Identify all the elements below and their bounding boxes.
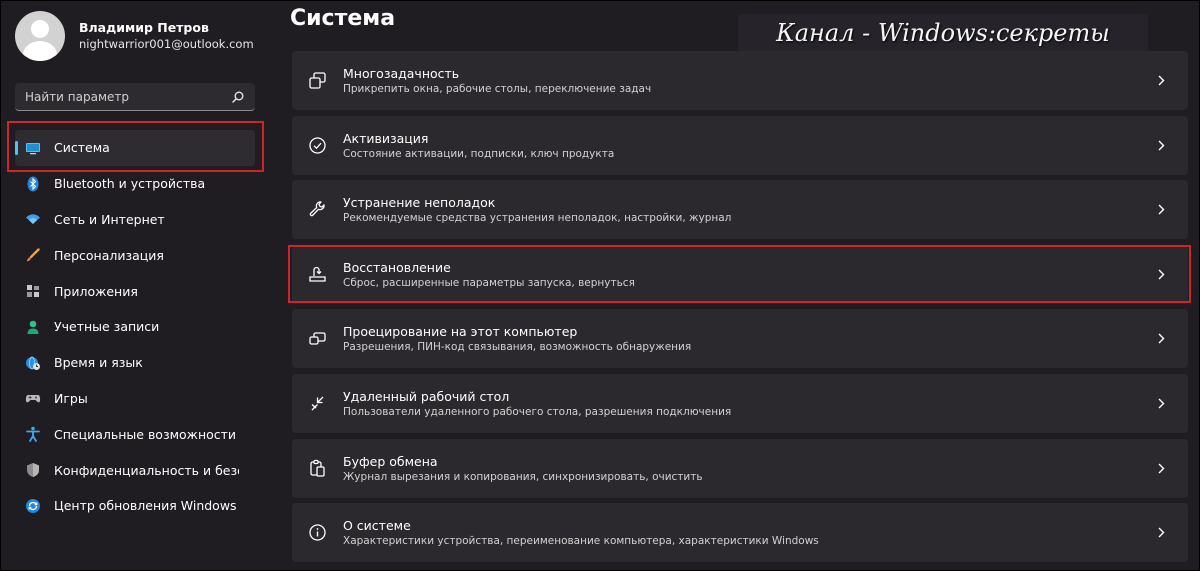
search-input[interactable]: [25, 89, 231, 104]
avatar[interactable]: [15, 11, 65, 61]
recovery-icon: [308, 265, 327, 284]
globe-clock-icon: [25, 355, 41, 371]
card-title: Активизация: [343, 130, 429, 146]
card-title: Буфер обмена: [343, 453, 438, 469]
sidebar-item-label: Система: [54, 140, 110, 156]
sidebar-item-system[interactable]: Система: [15, 130, 255, 166]
card-title: Проецирование на этот компьютер: [343, 324, 578, 340]
search-icon[interactable]: [231, 90, 245, 104]
nav-list: Система Bluetooth и устройства Сеть и Ин…: [15, 130, 255, 524]
card-subtitle: Пользователи удаленного рабочего стола, …: [343, 405, 732, 418]
gamepad-icon: [25, 390, 41, 406]
brush-icon: [25, 247, 41, 263]
sidebar-item-label: Учетные записи: [54, 319, 160, 335]
settings-card-recovery[interactable]: Восстановление Сброс, расширенные параме…: [292, 244, 1188, 304]
card-title: Восстановление: [343, 259, 451, 275]
search-box[interactable]: [15, 83, 255, 111]
info-icon: [308, 523, 327, 542]
sidebar-item-label: Специальные возможности: [54, 426, 237, 442]
multitasking-icon: [308, 71, 327, 90]
sidebar-item-label: Bluetooth и устройства: [54, 176, 206, 192]
card-subtitle: Разрешения, ПИН-код связывания, возможно…: [343, 341, 692, 354]
accessibility-icon: [25, 426, 41, 443]
bluetooth-icon: [25, 176, 41, 192]
chevron-right-icon: [1156, 462, 1166, 475]
sidebar-item-time-language[interactable]: Время и язык: [15, 345, 255, 381]
settings-card-multitasking[interactable]: Многозадачность Прикрепить окна, рабочие…: [292, 51, 1188, 110]
sidebar-item-label: Приложения: [54, 283, 138, 299]
card-title: Устранение неполадок: [343, 195, 496, 211]
chevron-right-icon: [1156, 74, 1166, 87]
update-icon: [25, 498, 41, 514]
watermark: Канал - Windows:секреты фишки: [738, 14, 1148, 85]
card-title: Удаленный рабочий стол: [343, 388, 510, 404]
sidebar-item-accessibility[interactable]: Специальные возможности: [15, 416, 255, 452]
clipboard-icon: [308, 459, 327, 478]
sidebar-item-windows-update[interactable]: Центр обновления Windows: [15, 488, 255, 524]
sidebar-item-privacy[interactable]: Конфиденциальность и безопасность: [15, 452, 255, 488]
chevron-right-icon: [1156, 332, 1166, 345]
card-subtitle: Рекомендуемые средства устранения непола…: [343, 212, 732, 225]
card-subtitle: Журнал вырезания и копирования, синхрони…: [343, 470, 703, 483]
sidebar-item-personalization[interactable]: Персонализация: [15, 237, 255, 273]
card-subtitle: Характеристики устройства, переименовани…: [343, 535, 819, 548]
person-icon: [25, 319, 41, 335]
settings-card-clipboard[interactable]: Буфер обмена Журнал вырезания и копирова…: [292, 438, 1188, 498]
sidebar-item-label: Центр обновления Windows: [54, 498, 237, 514]
sidebar-item-accounts[interactable]: Учетные записи: [15, 309, 255, 345]
user-email: nightwarrior001@outlook.com: [79, 37, 254, 51]
sidebar-item-gaming[interactable]: Игры: [15, 381, 255, 417]
sidebar-item-label: Персонализация: [54, 247, 164, 263]
card-title: О системе: [343, 518, 411, 534]
remote-desktop-icon: [308, 394, 327, 413]
sidebar-item-label: Сеть и Интернет: [54, 211, 165, 227]
sidebar-item-label: Время и язык: [54, 355, 143, 371]
settings-card-about[interactable]: О системе Характеристики устройства, пер…: [292, 503, 1188, 563]
sidebar-item-network[interactable]: Сеть и Интернет: [15, 202, 255, 238]
card-title: Многозадачность: [343, 66, 460, 81]
chevron-right-icon: [1156, 526, 1166, 539]
user-name: Владимир Петров: [79, 20, 209, 35]
wrench-icon: [308, 200, 327, 219]
chevron-right-icon: [1156, 139, 1166, 152]
sidebar-item-label: Конфиденциальность и безопасность: [54, 462, 239, 478]
sidebar-item-label: Игры: [54, 390, 88, 406]
wifi-icon: [25, 211, 41, 227]
user-profile[interactable]: Владимир Петров nightwarrior001@outlook.…: [15, 10, 254, 62]
settings-card-projecting[interactable]: Проецирование на этот компьютер Разрешен…: [292, 309, 1188, 369]
chevron-right-icon: [1156, 397, 1166, 410]
sidebar: Владимир Петров nightwarrior001@outlook.…: [0, 0, 275, 571]
project-icon: [308, 329, 327, 348]
monitor-icon: [25, 140, 41, 156]
apps-icon: [25, 283, 41, 299]
settings-list: Многозадачность Прикрепить окна, рабочие…: [292, 51, 1188, 568]
chevron-right-icon: [1156, 203, 1166, 216]
card-subtitle: Сброс, расширенные параметры запуска, ве…: [343, 276, 635, 289]
sidebar-item-apps[interactable]: Приложения: [15, 273, 255, 309]
card-subtitle: Прикрепить окна, рабочие столы, переключ…: [343, 83, 652, 95]
settings-card-troubleshoot[interactable]: Устранение неполадок Рекомендуемые средс…: [292, 180, 1188, 240]
check-circle-icon: [308, 136, 327, 155]
shield-icon: [25, 462, 41, 478]
page-title: Система: [290, 6, 396, 31]
card-subtitle: Состояние активации, подписки, ключ прод…: [343, 147, 615, 160]
sidebar-item-bluetooth[interactable]: Bluetooth и устройства: [15, 166, 255, 202]
settings-card-activation[interactable]: Активизация Состояние активации, подписк…: [292, 115, 1188, 175]
settings-card-remote-desktop[interactable]: Удаленный рабочий стол Пользователи удал…: [292, 373, 1188, 433]
chevron-right-icon: [1156, 268, 1166, 281]
